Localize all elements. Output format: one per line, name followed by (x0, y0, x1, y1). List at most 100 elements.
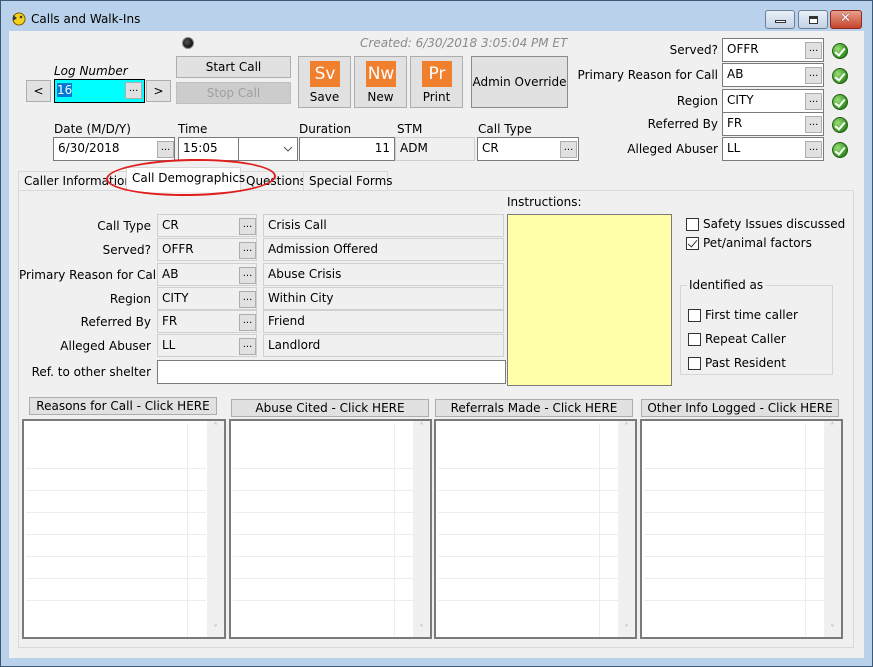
stop-call-button[interactable]: Stop Call (176, 82, 291, 104)
referrals-made-header-button[interactable]: Referrals Made - Click HERE (435, 399, 633, 417)
call-type-lookup-button[interactable]: ... (560, 141, 577, 158)
tab-caller-information[interactable]: Caller Information (18, 171, 132, 191)
right-primary-reason-for-call-lookup-button[interactable]: ... (805, 67, 822, 84)
date-picker-button[interactable]: ... (157, 141, 174, 158)
repeat-caller-checkbox[interactable] (688, 333, 701, 346)
referrals-made-scrollbar[interactable]: ˄ ˅ (618, 421, 635, 637)
demo-call-type-label: Call Type (97, 219, 151, 233)
scroll-up-icon[interactable]: ˄ (207, 422, 224, 433)
scroll-up-icon[interactable]: ˄ (618, 422, 635, 433)
grid-row-line (233, 512, 413, 513)
date-value: 6/30/2018 (58, 141, 120, 155)
title-bar[interactable]: Calls and Walk-Ins ✕ (1, 1, 872, 31)
tab-special-forms[interactable]: Special Forms (303, 171, 393, 191)
abuse-cited-list[interactable]: ˄ ˅ (229, 419, 432, 639)
right-primary-reason-for-call-value: AB (727, 67, 744, 81)
valid-check-icon (832, 43, 848, 59)
log-number-lookup-button[interactable]: ... (125, 82, 142, 99)
valid-check-icon (832, 142, 848, 158)
new-label: New (367, 90, 394, 104)
demo-served-code-value: OFFR (162, 242, 194, 256)
maximize-button[interactable] (798, 10, 828, 29)
start-call-button[interactable]: Start Call (176, 56, 291, 78)
grid-row-line (233, 468, 413, 469)
tab-call-demographics[interactable]: Call Demographics (126, 167, 245, 192)
admin-override-button[interactable]: Admin Override (471, 56, 568, 108)
reasons-for-call-header-button[interactable]: Reasons for Call - Click HERE (29, 397, 217, 415)
reasons-for-call-scrollbar[interactable]: ˄ ˅ (207, 421, 224, 637)
scroll-down-icon[interactable]: ˅ (207, 624, 224, 635)
demo-region-description: Within City (263, 287, 504, 310)
referrals-made-list[interactable]: ˄ ˅ (434, 419, 637, 639)
abuse-cited-scrollbar[interactable]: ˄ ˅ (413, 421, 430, 637)
instructions-label: Instructions: (507, 195, 582, 209)
right-referred-by-label: Referred By (647, 117, 718, 131)
valid-check-icon (832, 94, 848, 110)
pet-animal-factors-checkbox[interactable] (686, 237, 699, 250)
demo-primary-reason-for-call-description-value: Abuse Crisis (268, 267, 342, 281)
right-alleged-abuser-lookup-button[interactable]: ... (805, 141, 822, 158)
grid-row-line (438, 490, 618, 491)
maximize-icon (809, 16, 818, 24)
demo-alleged-abuser-description-value: Landlord (268, 338, 321, 352)
grid-row-line (438, 534, 618, 535)
instructions-box[interactable] (507, 214, 672, 386)
demo-call-type-lookup-button[interactable]: ... (239, 218, 256, 235)
demo-primary-reason-for-call-lookup-button[interactable]: ... (239, 267, 256, 284)
grid-row-line (26, 534, 206, 535)
time-dropdown[interactable] (238, 137, 298, 161)
other-info-logged-list[interactable]: ˄ ˅ (640, 419, 843, 639)
ref-other-shelter-input[interactable] (157, 360, 506, 384)
scroll-up-icon[interactable]: ˄ (413, 422, 430, 433)
minimize-button[interactable] (765, 10, 795, 29)
grid-row-line (233, 556, 413, 557)
demo-alleged-abuser-lookup-button[interactable]: ... (239, 338, 256, 355)
demo-region-code-value: CITY (162, 291, 189, 305)
duration-input[interactable]: 11 (299, 137, 395, 161)
scroll-down-icon[interactable]: ˅ (413, 624, 430, 635)
first-time-caller-label: First time caller (705, 308, 798, 322)
demo-referred-by-lookup-button[interactable]: ... (239, 314, 256, 331)
grid-col-line (187, 423, 188, 637)
new-button[interactable]: Nw New (354, 56, 407, 108)
close-button[interactable]: ✕ (830, 10, 862, 29)
scroll-up-icon[interactable]: ˄ (824, 422, 841, 433)
safety-issues-discussed-checkbox[interactable] (686, 218, 699, 231)
demo-region-lookup-button[interactable]: ... (239, 291, 256, 308)
grid-row-line (233, 578, 413, 579)
past-resident-checkbox[interactable] (688, 357, 701, 370)
grid-row-line (644, 578, 824, 579)
grid-row-line (26, 556, 206, 557)
tab-questions[interactable]: Questions (240, 171, 306, 191)
created-timestamp: Created: 6/30/2018 3:05:04 PM ET (360, 36, 568, 50)
identified-as-group: Identified as First time caller Repeat Ca… (680, 278, 833, 375)
grid-row-line (26, 512, 206, 513)
print-button[interactable]: Pr Print (410, 56, 463, 108)
right-region-lookup-button[interactable]: ... (805, 93, 822, 110)
right-served-lookup-button[interactable]: ... (805, 42, 822, 59)
scroll-down-icon[interactable]: ˅ (618, 624, 635, 635)
demo-alleged-abuser-description: Landlord (263, 334, 504, 357)
call-type-value: CR (482, 141, 499, 155)
first-time-caller-checkbox[interactable] (688, 309, 701, 322)
demo-served-lookup-button[interactable]: ... (239, 242, 256, 259)
demo-region-description-value: Within City (268, 291, 334, 305)
right-referred-by-lookup-button[interactable]: ... (805, 116, 822, 133)
time-input[interactable]: 15:05 (178, 137, 240, 161)
grid-row-line (26, 468, 206, 469)
demo-referred-by-code-value: FR (162, 314, 178, 328)
next-log-button[interactable]: > (146, 80, 171, 102)
prev-log-button[interactable]: < (26, 80, 51, 102)
scroll-down-icon[interactable]: ˅ (824, 624, 841, 635)
save-label: Save (309, 90, 340, 104)
grid-row-line (26, 490, 206, 491)
other-info-logged-header-button[interactable]: Other Info Logged - Click HERE (641, 399, 839, 417)
other-info-logged-scrollbar[interactable]: ˄ ˅ (824, 421, 841, 637)
minimize-icon (775, 20, 786, 23)
abuse-cited-header-button[interactable]: Abuse Cited - Click HERE (231, 399, 429, 417)
reasons-for-call-list[interactable]: ˄ ˅ (22, 419, 226, 639)
grid-row-line (644, 512, 824, 513)
save-button[interactable]: Sv Save (298, 56, 351, 108)
time-label: Time (178, 122, 208, 136)
duration-label: Duration (299, 122, 352, 136)
